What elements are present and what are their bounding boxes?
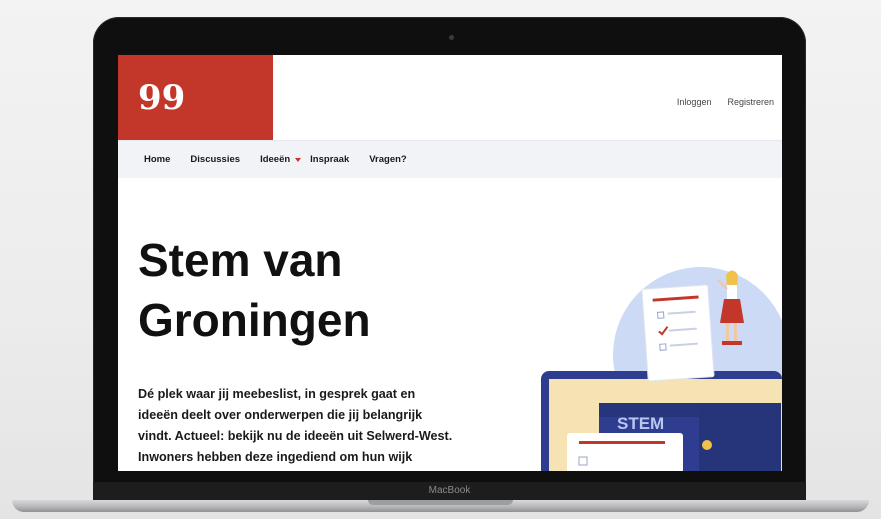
- laptop-brand-label: MacBook: [93, 482, 806, 500]
- nav-item-vragen[interactable]: Vragen?: [369, 154, 407, 165]
- ballot-paper: [641, 284, 715, 382]
- auth-links: Inloggen Registreren: [677, 97, 774, 107]
- nav-item-home[interactable]: Home: [144, 154, 170, 165]
- page-title: Stem van Groningen: [138, 234, 371, 346]
- site-logo[interactable]: 99: [118, 55, 273, 140]
- hero-description: Dé plek waar jij meebeslist, in gesprek …: [138, 387, 453, 464]
- quote-logo-icon: 99: [138, 78, 186, 118]
- nav-item-ideeen[interactable]: Ideeën: [260, 154, 302, 165]
- camera-icon: [449, 35, 454, 40]
- voting-illustration: STEM: [541, 267, 782, 471]
- site-header: 99 Inloggen Registreren: [118, 55, 782, 140]
- nav-item-discussies[interactable]: Discussies: [190, 154, 240, 165]
- ballot-paper-lower: [567, 433, 683, 471]
- chevron-down-icon: [295, 157, 302, 162]
- login-link[interactable]: Inloggen: [677, 97, 712, 107]
- ballot-box-label: STEM: [617, 414, 664, 433]
- register-link[interactable]: Registreren: [727, 97, 774, 107]
- hero-section: Stem van Groningen Dé plek waar jij meeb…: [118, 178, 782, 471]
- laptop-screen: 99 Inloggen Registreren Home Discussies …: [118, 55, 782, 471]
- nav-item-inspraak[interactable]: Inspraak: [310, 154, 349, 165]
- laptop-notch: [368, 500, 513, 505]
- main-nav: Home Discussies Ideeën Inspraak Vragen?: [118, 140, 782, 179]
